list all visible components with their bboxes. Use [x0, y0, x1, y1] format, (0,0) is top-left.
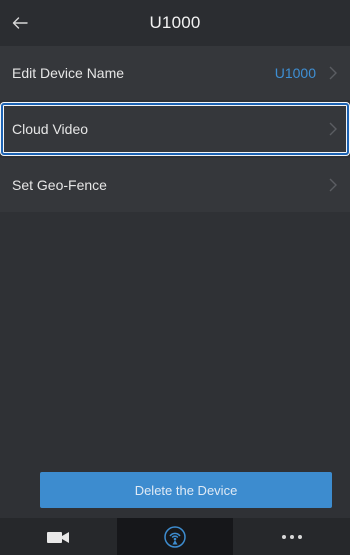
- chevron-right-icon: [329, 66, 337, 80]
- tab-wireless[interactable]: [116, 518, 234, 555]
- cloud-video-label: Cloud Video: [12, 121, 89, 137]
- tab-video[interactable]: [0, 518, 117, 555]
- back-button[interactable]: [2, 6, 38, 40]
- chevron-right-icon: [329, 122, 337, 136]
- more-dots-icon: [281, 534, 302, 539]
- device-name-value: U1000: [274, 65, 316, 81]
- set-geo-fence-row[interactable]: Set Geo-Fence: [0, 158, 350, 212]
- app-header: U1000: [0, 0, 350, 46]
- cloud-video-row[interactable]: Cloud Video: [0, 102, 350, 156]
- delete-device-button[interactable]: Delete the Device: [40, 472, 332, 508]
- edit-device-name-right: U1000: [275, 65, 338, 81]
- edit-device-name-row[interactable]: Edit Device Name U1000: [0, 46, 350, 100]
- wireless-signal-icon: [164, 525, 186, 548]
- bottom-tab-bar: [0, 518, 350, 555]
- chevron-right-icon: [329, 178, 337, 192]
- set-geo-fence-label: Set Geo-Fence: [12, 177, 107, 193]
- arrow-left-icon: [12, 17, 28, 29]
- edit-device-name-label: Edit Device Name: [12, 65, 125, 81]
- tab-more[interactable]: [233, 518, 350, 555]
- video-camera-icon: [47, 531, 70, 543]
- page-title: U1000: [149, 13, 201, 32]
- settings-list: Edit Device Name U1000 Cloud Video Set G…: [0, 46, 350, 212]
